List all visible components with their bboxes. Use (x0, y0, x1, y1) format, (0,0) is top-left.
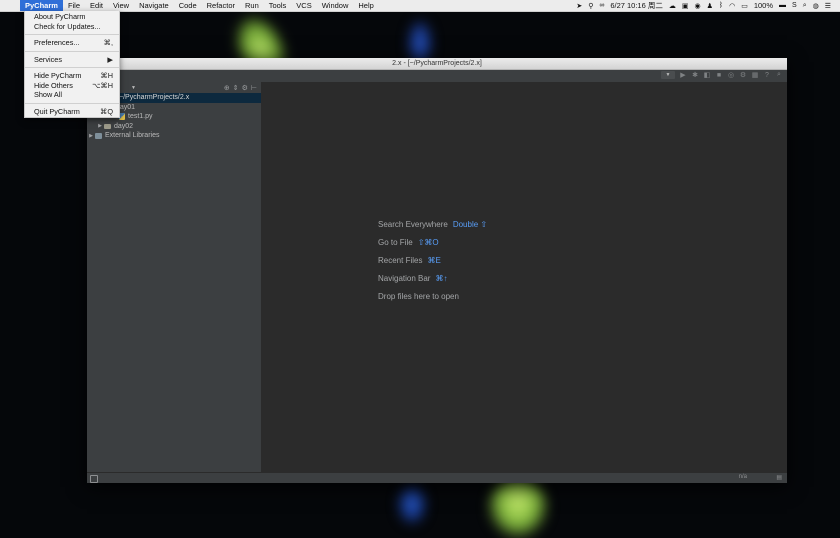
expand-arrow-icon[interactable]: ▶ (87, 133, 95, 139)
record-icon[interactable]: ◉ (692, 2, 704, 10)
run-config-dropdown[interactable]: ▼ (661, 71, 675, 79)
menu-navigate[interactable]: Navigate (134, 0, 174, 11)
hint-recent-files: Recent Files ⌘E (378, 255, 441, 265)
battery-percent[interactable]: 100% (751, 1, 776, 10)
menu-bar: PyCharm File Edit View Navigate Code Ref… (0, 0, 840, 12)
battery-icon[interactable]: ▬ (776, 2, 789, 9)
coverage-icon[interactable]: ◧ (703, 71, 711, 79)
menu-window[interactable]: Window (317, 0, 354, 11)
editor-empty-hints: Search Everywhere Double ⇧ Go to File ⇧⌘… (378, 215, 487, 305)
wifi-icon[interactable]: ◠ (726, 2, 738, 10)
spotlight-icon[interactable]: ⌕ (800, 2, 810, 10)
input-source-icon[interactable]: S (789, 2, 800, 9)
menu-separator (25, 102, 119, 104)
menu-code[interactable]: Code (174, 0, 202, 11)
search-icon[interactable]: ⌕ (775, 71, 783, 79)
hide-panel-icon[interactable]: ⊢ (251, 84, 257, 92)
menu-item-quit[interactable]: Quit PyCharm ⌘Q (25, 107, 119, 117)
debug-icon[interactable]: ✱ (691, 71, 699, 79)
gear-icon[interactable]: ⚙ (242, 84, 248, 92)
menu-help[interactable]: Help (353, 0, 378, 11)
pycharm-window: 2.x - [~/PycharmProjects/2.x] ▼ ▶ ✱ ◧ ■ … (87, 58, 787, 483)
menu-item-check-updates[interactable]: Check for Updates... (25, 22, 119, 32)
editor-area[interactable]: Search Everywhere Double ⇧ Go to File ⇧⌘… (262, 82, 787, 473)
hint-search-everywhere: Search Everywhere Double ⇧ (378, 219, 488, 229)
structure-icon[interactable]: ▦ (751, 71, 759, 79)
airplay-icon[interactable]: ▭ (738, 2, 751, 10)
wallpaper-blob (398, 484, 426, 524)
menu-item-hide-others[interactable]: Hide Others ⌥⌘H (25, 81, 119, 91)
bicycle-icon[interactable]: ⚲ (585, 2, 596, 10)
help-icon[interactable]: ? (763, 72, 771, 79)
bluetooth-icon[interactable]: ᛒ (716, 2, 726, 9)
hint-go-to-file: Go to File ⇧⌘O (378, 237, 439, 247)
menu-app[interactable]: PyCharm (20, 0, 63, 11)
menu-separator (25, 34, 119, 35)
expand-arrow-icon[interactable]: ▶ (96, 123, 104, 129)
wallpaper-blob (488, 478, 548, 538)
submenu-arrow-icon: ▶ (107, 54, 113, 64)
status-bar: n/a ▤ (87, 472, 787, 483)
sync-icon[interactable]: ⊕ (224, 84, 230, 92)
library-icon (95, 132, 102, 139)
chevron-down-icon[interactable]: ▼ (131, 85, 136, 91)
cloud-icon[interactable]: ☁ (666, 2, 679, 10)
caret-position[interactable]: n/a (739, 474, 747, 480)
run-icon[interactable]: ▶ (679, 71, 687, 79)
project-panel: ▼ ⊕ ⇕ ⚙ ⊢ ~/PycharmProjects/2.x day01 te… (87, 82, 262, 473)
stop-icon[interactable]: ■ (715, 72, 723, 79)
window-title[interactable]: 2.x - [~/PycharmProjects/2.x] (87, 58, 787, 70)
notification-center-icon[interactable]: ☰ (822, 2, 834, 10)
clock-datetime[interactable]: 6/27 10:16 周二 (607, 0, 666, 11)
menu-tools[interactable]: Tools (264, 0, 292, 11)
hint-drop-files: Drop files here to open (378, 291, 459, 301)
menu-item-preferences[interactable]: Preferences... ⌘, (25, 38, 119, 48)
tool-windows-toggle-icon[interactable] (90, 475, 98, 483)
event-log-icon[interactable]: ▤ (776, 474, 782, 481)
settings-icon[interactable]: ⚙ (739, 71, 747, 79)
menu-run[interactable]: Run (240, 0, 264, 11)
vcs-icon[interactable]: ◎ (727, 71, 735, 79)
glasses-icon[interactable]: ∞ (596, 2, 607, 9)
qq-icon[interactable]: ♟ (704, 2, 716, 10)
app-status-icon[interactable]: ▣ (679, 2, 692, 10)
menu-item-hide[interactable]: Hide PyCharm ⌘H (25, 71, 119, 81)
menu-item-about[interactable]: About PyCharm (25, 12, 119, 22)
menu-item-show-all[interactable]: Show All (25, 90, 119, 100)
siri-icon[interactable]: ◍ (810, 2, 822, 10)
menu-vcs[interactable]: VCS (291, 0, 316, 11)
menu-edit[interactable]: Edit (85, 0, 108, 11)
menu-separator (25, 50, 119, 52)
tree-item-day02[interactable]: ▶ day02 (87, 122, 261, 132)
status-menus: ➤ ⚲ ∞ 6/27 10:16 周二 ☁ ▣ ◉ ♟ ᛒ ◠ ▭ 100% ▬… (573, 0, 840, 11)
location-arrow-icon[interactable]: ➤ (573, 2, 585, 10)
hint-navigation-bar: Navigation Bar ⌘↑ (378, 273, 448, 283)
collapse-icon[interactable]: ⇕ (233, 84, 239, 92)
app-menu-dropdown: About PyCharm Check for Updates... Prefe… (24, 11, 120, 118)
tree-item-external-libraries[interactable]: ▶ External Libraries (87, 131, 261, 141)
folder-icon (104, 123, 111, 129)
menu-separator (25, 67, 119, 68)
menu-refactor[interactable]: Refactor (202, 0, 240, 11)
menu-view[interactable]: View (108, 0, 134, 11)
menu-item-services[interactable]: Services ▶ (25, 55, 119, 65)
menu-file[interactable]: File (63, 0, 85, 11)
